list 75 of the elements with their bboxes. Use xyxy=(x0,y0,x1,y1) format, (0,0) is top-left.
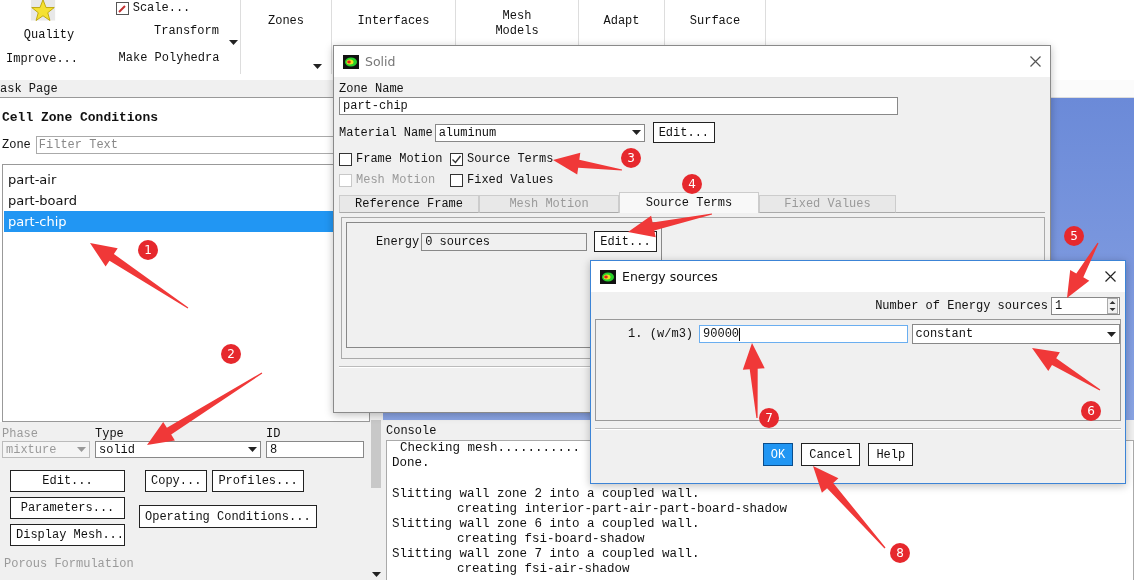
console-line: Checking mesh........... xyxy=(399,441,581,456)
ribbon-menu[interactable]: Surface xyxy=(689,14,741,29)
checkbox[interactable] xyxy=(450,152,463,166)
console-title: Console xyxy=(386,423,438,440)
source-value-field[interactable]: 90000 xyxy=(699,325,908,343)
dialog-button[interactable]: Cancel xyxy=(801,443,861,466)
checkbox[interactable] xyxy=(339,152,352,166)
panel-button[interactable]: Display Mesh... xyxy=(10,524,125,546)
panel-button[interactable]: Parameters... xyxy=(10,497,125,519)
dialog-title: Solid xyxy=(365,54,396,69)
annotation-arrow xyxy=(553,152,623,175)
console-line: Slitting wall zone 7 into a coupled wall. xyxy=(392,547,700,562)
close-icon[interactable] xyxy=(1030,56,1041,67)
transform-button[interactable]: Transform xyxy=(154,23,219,39)
annotation-arrow xyxy=(1067,242,1099,298)
dialog-title: Energy sources xyxy=(622,269,718,284)
caret-icon[interactable] xyxy=(313,64,322,69)
caret-icon xyxy=(1107,331,1116,337)
checkbox[interactable] xyxy=(450,173,463,187)
count-spinner[interactable]: 1 xyxy=(1051,297,1120,315)
panel-button[interactable]: Edit... xyxy=(10,470,125,492)
dialog-button[interactable]: Help xyxy=(868,443,914,466)
checkbox-label: Fixed Values xyxy=(467,173,554,187)
energy-label: Energy xyxy=(376,234,420,249)
console-line: Slitting wall zone 2 into a coupled wall. xyxy=(392,487,700,502)
scrollbar-thumb[interactable] xyxy=(371,420,381,488)
checkbox-label: Mesh Motion xyxy=(356,173,436,187)
zone-name-field[interactable]: part-chip xyxy=(339,97,898,115)
panel-button[interactable]: Profiles... xyxy=(212,470,304,492)
id-field[interactable]: 8 xyxy=(266,441,364,458)
type-dropdown[interactable]: solid xyxy=(95,441,261,458)
console-line: creating fsi-air-shadow xyxy=(456,562,630,577)
annotation-arrow xyxy=(1032,348,1101,391)
ribbon-menu[interactable]: Adapt xyxy=(603,14,640,29)
quality-button[interactable]: Quality xyxy=(23,27,75,43)
panel-button[interactable]: Copy... xyxy=(145,470,208,492)
scroll-down-icon[interactable] xyxy=(372,572,381,577)
ribbon-menu[interactable]: Mesh Models xyxy=(487,9,547,39)
caret-icon xyxy=(77,447,86,452)
zone-label: Zone xyxy=(2,138,31,152)
caret-icon[interactable] xyxy=(228,40,238,45)
caret-icon xyxy=(248,447,257,452)
console-line: Done. xyxy=(392,456,430,471)
tab[interactable]: Source Terms xyxy=(619,192,759,213)
spin-arrows-icon[interactable] xyxy=(1107,298,1118,314)
app-icon xyxy=(343,54,359,69)
app-icon xyxy=(600,269,616,284)
unit-label: (w/m3) xyxy=(649,327,694,341)
row-number: 1. xyxy=(628,327,644,341)
checkbox-label: Frame Motion xyxy=(356,152,443,166)
zone-name-label: Zone Name xyxy=(339,81,405,97)
ribbon-menu[interactable]: Zones xyxy=(268,14,304,29)
caret-icon xyxy=(631,130,641,135)
ribbon-menu[interactable]: Interfaces xyxy=(357,14,430,29)
improve-button[interactable]: Improve... xyxy=(6,51,78,67)
method-dropdown[interactable]: constant xyxy=(911,324,1120,344)
console-line: creating interior-part-air-part-board-shadow xyxy=(456,502,788,517)
make-polyhedra-button[interactable]: Make Polyhedra xyxy=(118,50,220,66)
material-dropdown[interactable]: aluminum xyxy=(434,123,645,142)
id-label: ID xyxy=(266,428,282,441)
console-line: creating fsi-board-shadow xyxy=(456,532,645,547)
scale-button[interactable]: Scale... xyxy=(132,0,191,16)
count-label: Number of Energy sources xyxy=(875,299,1048,313)
edit-button[interactable]: Edit... xyxy=(652,122,716,143)
tab[interactable]: Reference Frame xyxy=(339,195,479,213)
energy-sources-field: 0 sources xyxy=(421,232,588,251)
close-icon[interactable] xyxy=(1105,271,1116,282)
phase-label: Phase xyxy=(2,428,39,441)
edit-button[interactable]: Edit... xyxy=(594,231,657,252)
star-icon xyxy=(28,0,58,24)
section-heading: Porous Formulation xyxy=(0,555,370,580)
checkbox-label: Source Terms xyxy=(467,152,554,166)
type-label: Type xyxy=(95,428,125,441)
operating-conditions-button[interactable]: Operating Conditions... xyxy=(139,505,317,528)
console-line: Slitting wall zone 6 into a coupled wall. xyxy=(392,517,700,532)
